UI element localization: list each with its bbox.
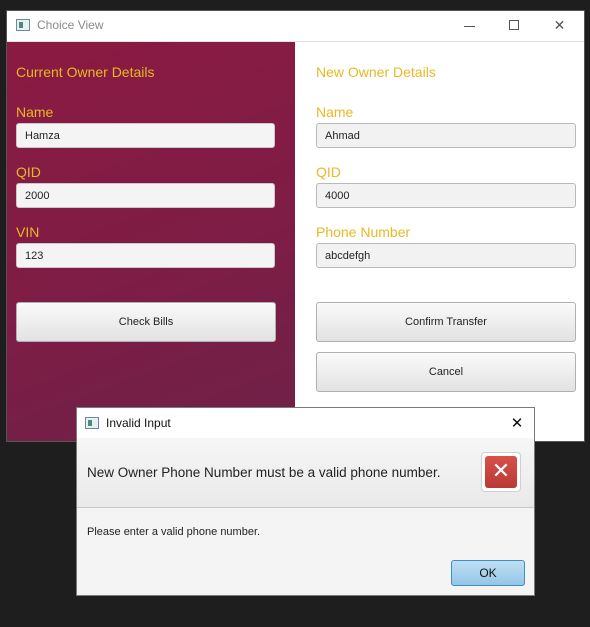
new-name-field[interactable]: Ahmad bbox=[316, 123, 576, 148]
new-owner-panel: New Owner Details Name Ahmad QID 4000 Ph… bbox=[295, 42, 584, 441]
current-name-label: Name bbox=[16, 104, 54, 120]
check-bills-button[interactable]: Check Bills bbox=[16, 302, 276, 342]
new-name-label: Name bbox=[316, 104, 354, 120]
current-name-field[interactable]: Hamza bbox=[16, 123, 275, 148]
current-owner-panel: Current Owner Details Name Hamza QID 200… bbox=[7, 42, 295, 441]
close-icon: ✕ bbox=[510, 414, 524, 432]
dialog-header-text: New Owner Phone Number must be a valid p… bbox=[87, 465, 441, 480]
dialog-title: Invalid Input bbox=[106, 416, 171, 430]
app-window-icon bbox=[85, 417, 99, 429]
confirm-transfer-button[interactable]: Confirm Transfer bbox=[316, 302, 576, 342]
maximize-icon bbox=[509, 20, 519, 30]
phone-number-label: Phone Number bbox=[316, 224, 411, 240]
current-qid-label: QID bbox=[16, 164, 41, 180]
dialog-close-button[interactable]: ✕ bbox=[507, 413, 527, 433]
ok-button[interactable]: OK bbox=[451, 560, 525, 586]
dialog-title-bar[interactable]: Invalid Input ✕ bbox=[77, 408, 534, 438]
close-button[interactable]: ✕ bbox=[537, 11, 582, 41]
vin-label: VIN bbox=[16, 224, 40, 240]
phone-number-field[interactable]: abcdefgh bbox=[316, 243, 576, 268]
vin-field[interactable]: 123 bbox=[16, 243, 275, 268]
new-owner-heading: New Owner Details bbox=[316, 64, 436, 80]
new-qid-label: QID bbox=[316, 164, 341, 180]
error-icon: ✕ bbox=[481, 452, 521, 492]
app-window-icon bbox=[16, 19, 30, 31]
error-x-icon: ✕ bbox=[485, 456, 517, 488]
dialog-header: New Owner Phone Number must be a valid p… bbox=[77, 438, 534, 508]
close-icon: ✕ bbox=[553, 18, 566, 34]
window-title: Choice View bbox=[37, 18, 104, 32]
minimize-icon bbox=[464, 26, 475, 27]
invalid-input-dialog: Invalid Input ✕ New Owner Phone Number m… bbox=[76, 407, 535, 596]
title-bar[interactable]: Choice View ✕ bbox=[7, 11, 584, 42]
cancel-button[interactable]: Cancel bbox=[316, 352, 576, 392]
new-qid-field[interactable]: 4000 bbox=[316, 183, 576, 208]
current-owner-heading: Current Owner Details bbox=[16, 64, 155, 80]
maximize-button[interactable] bbox=[492, 11, 537, 41]
main-window: Choice View ✕ Current Owner Details Name… bbox=[6, 10, 585, 442]
dialog-content-text: Please enter a valid phone number. bbox=[87, 526, 261, 538]
minimize-button[interactable] bbox=[447, 11, 492, 41]
current-qid-field[interactable]: 2000 bbox=[16, 183, 275, 208]
